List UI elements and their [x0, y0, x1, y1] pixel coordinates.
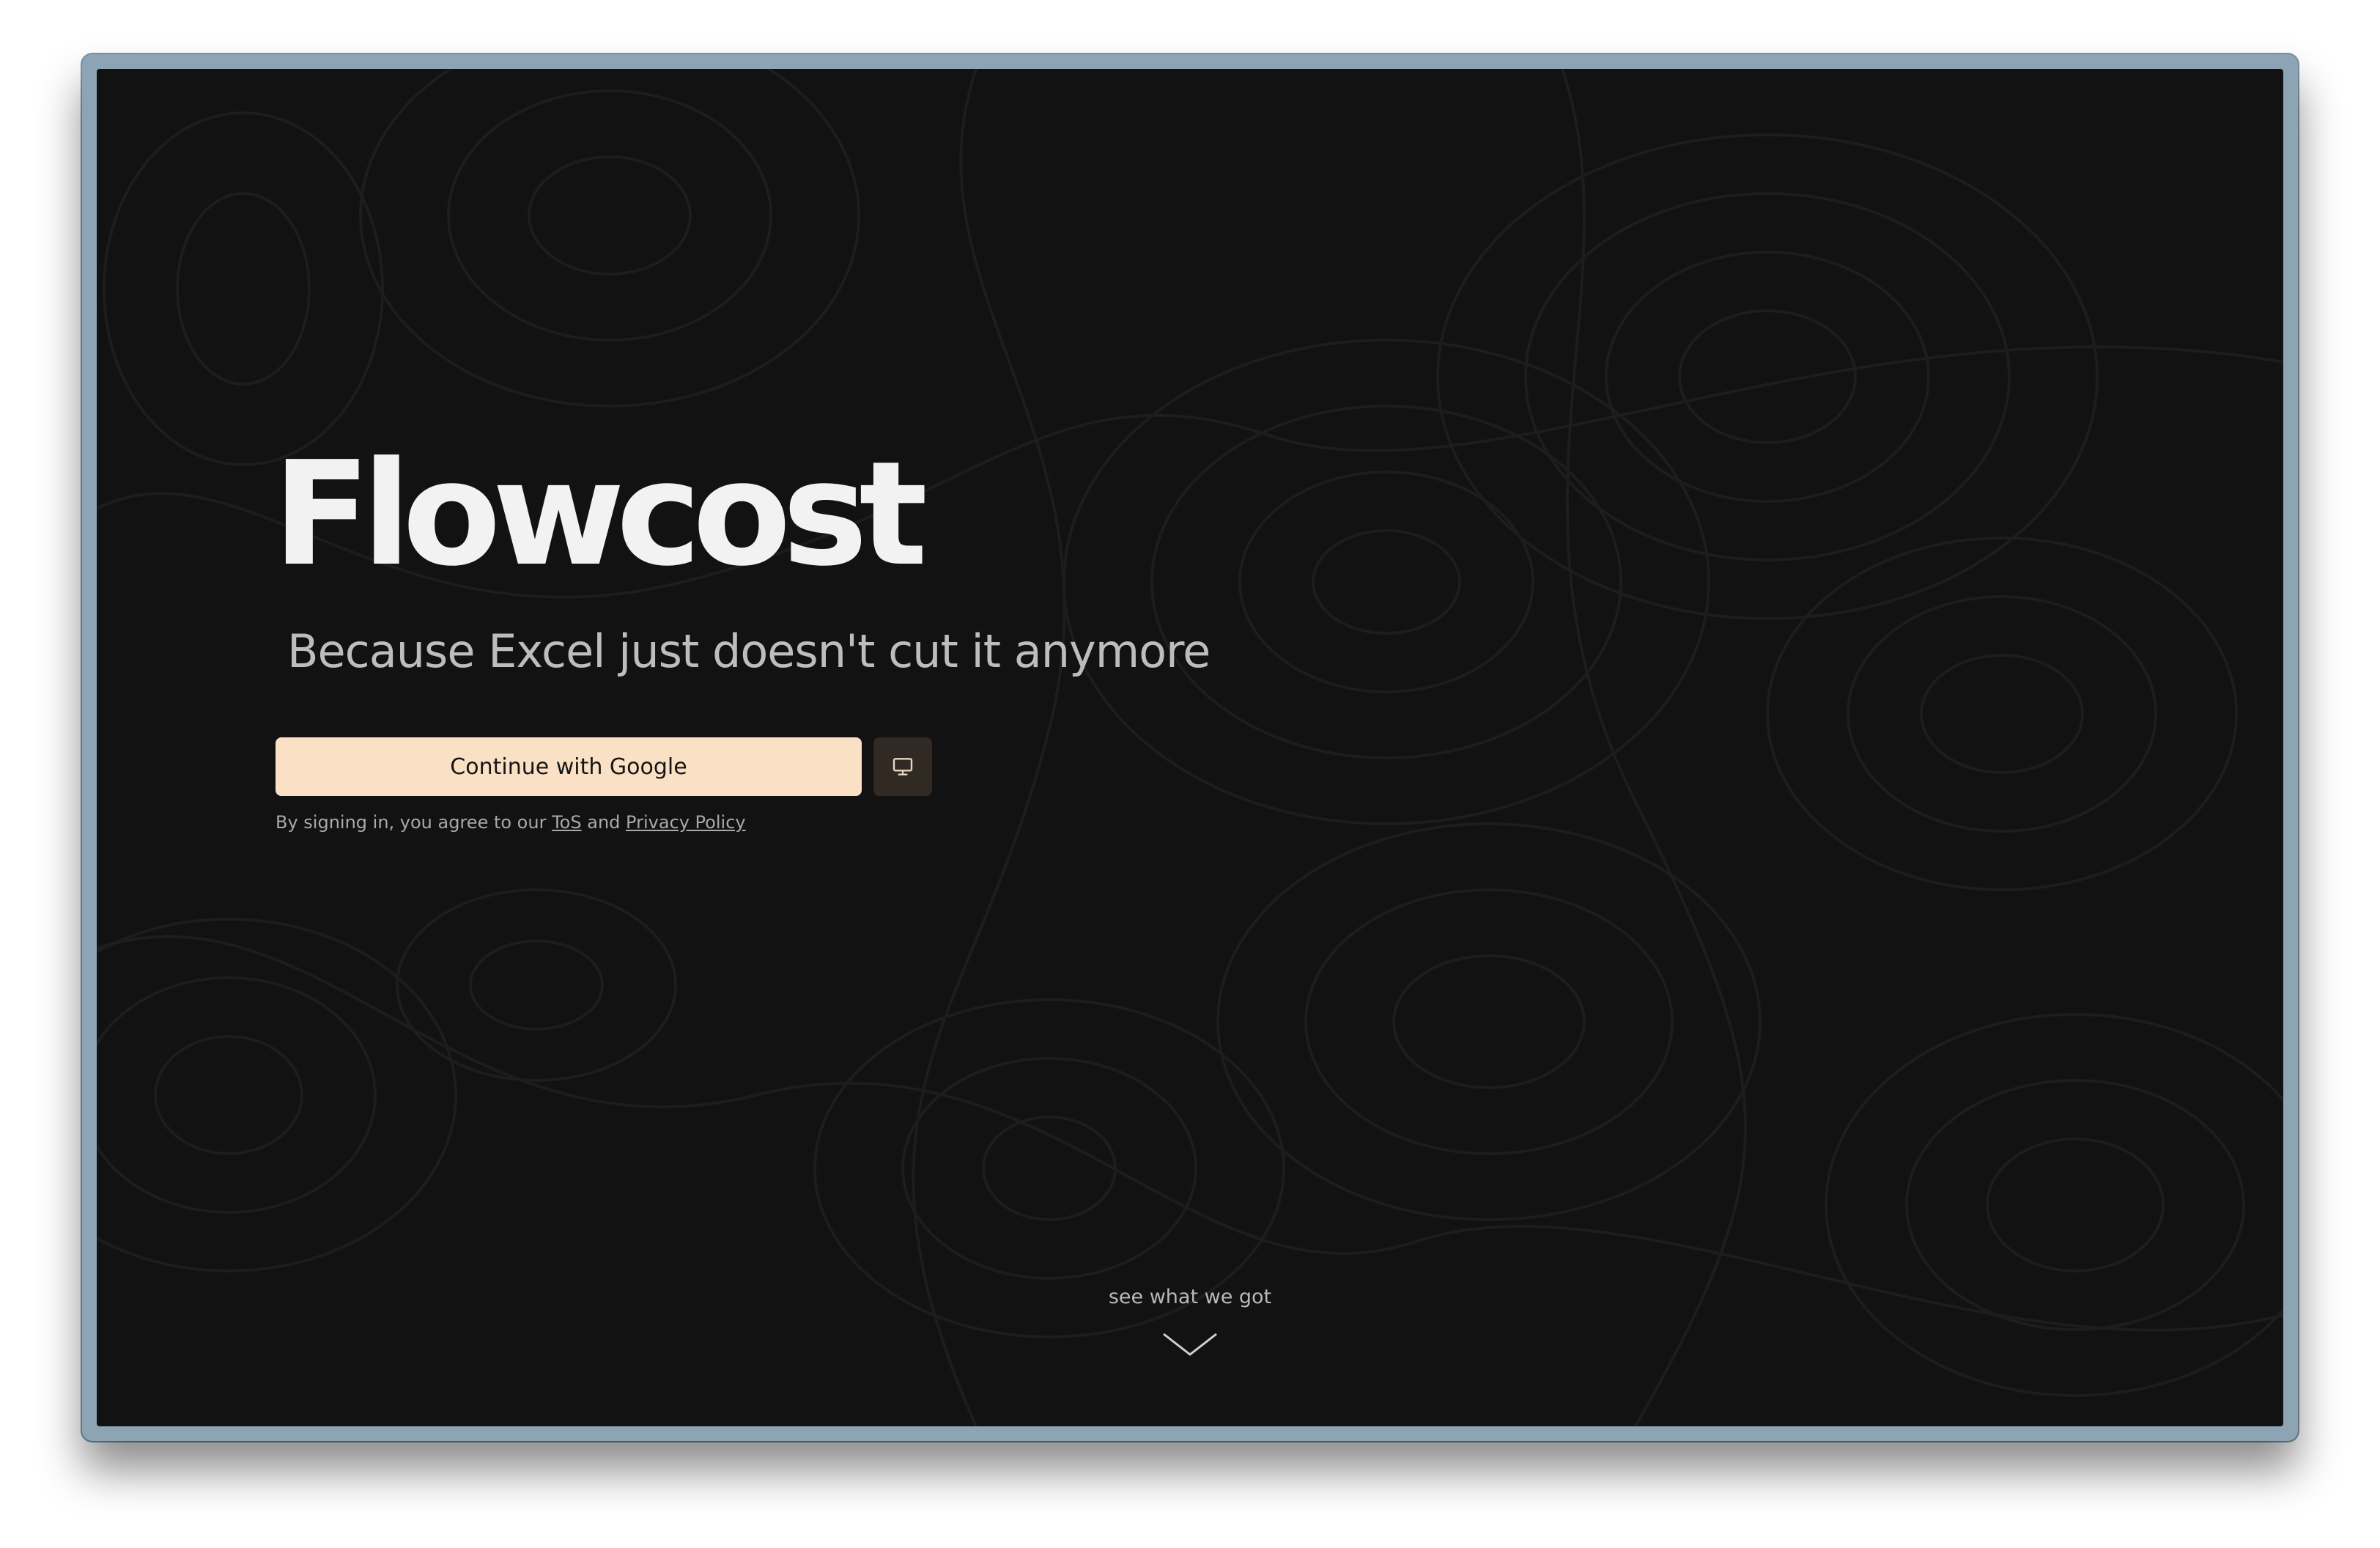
app-title: Flowcost [273, 431, 928, 598]
monitor-icon [892, 758, 913, 775]
tos-link[interactable]: ToS [552, 812, 582, 833]
continue-with-google-button[interactable]: Continue with Google [276, 737, 862, 796]
chevron-down-icon[interactable] [1161, 1330, 1219, 1359]
tagline: Because Excel just doesn't cut it anymor… [287, 624, 1211, 678]
legal-prefix: By signing in, you agree to our [276, 812, 547, 833]
legal-joiner: and [587, 812, 621, 833]
device-login-button[interactable] [873, 737, 932, 796]
legal-notice: By signing in, you agree to our ToS and … [276, 812, 746, 833]
landing-screen: Flowcost Because Excel just doesn't cut … [97, 69, 2283, 1426]
scroll-hint-label: see what we got [1108, 1286, 1272, 1308]
privacy-policy-link[interactable]: Privacy Policy [626, 812, 746, 833]
